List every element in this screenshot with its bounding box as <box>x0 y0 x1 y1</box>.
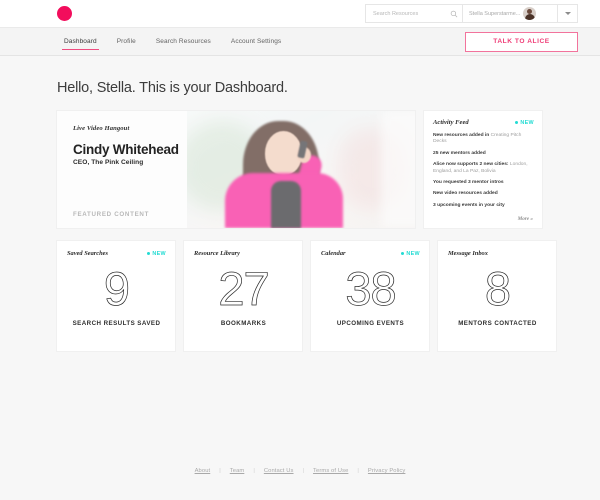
stat-new-label: NEW <box>406 250 420 257</box>
feed-item-strong: You requested 3 mentor intros <box>433 180 504 186</box>
tab-search-resources[interactable]: Search Resources <box>156 28 211 55</box>
tab-search-resources-label: Search Resources <box>155 38 211 45</box>
footer-link-contact-us[interactable]: Contact Us <box>255 468 303 474</box>
stat-card-resource-library[interactable]: Resource Library 27 BOOKMARKS <box>184 241 302 351</box>
stat-card-header: Resource Library <box>194 250 293 257</box>
feed-item-strong: New resources added in <box>433 133 491 138</box>
stat-card-header: Calendar NEW <box>321 250 420 257</box>
stat-card-saved-searches[interactable]: Saved Searches NEW 9 SEARCH RESULTS SAVE… <box>57 241 175 351</box>
featured-speaker-name: Cindy Whitehead <box>73 142 179 157</box>
avatar <box>523 7 537 20</box>
feed-item-strong: New video resources added <box>433 191 498 197</box>
page-title: Hello, Stella. This is your Dashboard. <box>57 80 288 96</box>
stat-card-label: UPCOMING EVENTS <box>336 320 405 327</box>
stat-card-value: 27 <box>218 262 270 316</box>
stat-card-label: BOOKMARKS <box>220 320 267 327</box>
activity-feed-new-label: NEW <box>520 119 534 126</box>
top-bar: Stella Superstarme... <box>0 0 600 28</box>
footer: About | Team | Contact Us | Terms of Use… <box>0 468 600 474</box>
tab-account-settings[interactable]: Account Settings <box>231 28 281 55</box>
tab-dashboard[interactable]: Dashboard <box>62 28 99 55</box>
chevron-down-icon <box>564 12 571 15</box>
new-dot-icon <box>146 251 151 256</box>
user-name-label: Stella Superstarme... <box>469 10 521 17</box>
dashboard-page: Stella Superstarme... Dashboard Profile … <box>0 0 600 500</box>
featured-content-card[interactable]: Live Video Hangout Cindy Whitehead CEO, … <box>57 111 415 228</box>
feed-item-strong: 3 upcoming events in your city <box>433 202 505 208</box>
footer-link-privacy-policy[interactable]: Privacy Policy <box>359 468 414 474</box>
list-item[interactable]: New resources added in Creating Pitch De… <box>433 133 534 146</box>
featured-speaker-role: CEO, The Pink Ceiling <box>73 159 144 166</box>
stat-card-value: 9 <box>103 262 131 316</box>
stat-cards: Saved Searches NEW 9 SEARCH RESULTS SAVE… <box>57 241 600 351</box>
stat-card-header: Saved Searches NEW <box>67 250 166 257</box>
featured-content-text: Live Video Hangout Cindy Whitehead CEO, … <box>73 125 248 166</box>
user-menu[interactable]: Stella Superstarme... <box>463 4 558 23</box>
footer-link-terms-of-use[interactable]: Terms of Use <box>304 468 357 474</box>
activity-feed-list: New resources added in Creating Pitch De… <box>433 133 534 209</box>
stat-card-title: Saved Searches <box>67 250 109 257</box>
talk-to-alice-label: TALK TO ALICE <box>493 38 550 45</box>
list-item[interactable]: Alice now supports 2 new cities: London,… <box>433 162 534 175</box>
stat-card-message-inbox[interactable]: Message Inbox 8 MENTORS CONTACTED <box>438 241 556 351</box>
stat-card-header: Message Inbox <box>448 250 547 257</box>
tab-profile-label: Profile <box>116 38 136 45</box>
list-item[interactable]: You requested 3 mentor intros <box>433 180 534 186</box>
nav-items: Dashboard Profile Search Resources Accou… <box>62 28 301 55</box>
stat-new-badge: NEW <box>400 250 420 257</box>
featured-content-label: FEATURED CONTENT <box>73 211 150 218</box>
tab-profile[interactable]: Profile <box>117 28 136 55</box>
activity-feed-header: Activity Feed NEW <box>433 119 534 126</box>
stat-new-label: NEW <box>152 250 166 257</box>
featured-kicker: Live Video Hangout <box>73 125 130 132</box>
search-input[interactable] <box>371 4 447 23</box>
list-item[interactable]: New video resources added <box>433 191 534 197</box>
feed-item-strong: Alice now supports 2 new cities: <box>433 162 510 168</box>
activity-feed-card: Activity Feed NEW New resources added in… <box>424 111 542 228</box>
logo[interactable] <box>57 6 72 21</box>
nav-bar: Dashboard Profile Search Resources Accou… <box>0 28 600 56</box>
stat-card-title: Resource Library <box>194 250 240 257</box>
footer-link-about[interactable]: About <box>186 468 220 474</box>
stat-card-label: SEARCH RESULTS SAVED <box>72 320 161 327</box>
top-bar-right: Stella Superstarme... <box>365 0 600 27</box>
stat-card-title: Calendar <box>321 250 346 257</box>
stat-new-badge: NEW <box>146 250 166 257</box>
search-icon[interactable] <box>446 5 462 22</box>
stat-card-label: MENTORS CONTACTED <box>458 320 537 327</box>
talk-to-alice-button[interactable]: TALK TO ALICE <box>465 31 578 52</box>
new-dot-icon <box>400 251 405 256</box>
feed-item-strong: 25 new mentors added <box>433 150 486 156</box>
stat-card-calendar[interactable]: Calendar NEW 38 UPCOMING EVENTS <box>311 241 429 351</box>
activity-feed-more-link[interactable]: More » <box>518 216 533 222</box>
hero-row: Live Video Hangout Cindy Whitehead CEO, … <box>57 111 600 228</box>
activity-feed-new-badge: NEW <box>514 119 534 126</box>
user-menu-toggle[interactable] <box>558 4 578 23</box>
pink-circle-logo-icon <box>57 6 72 21</box>
stat-card-title: Message Inbox <box>448 250 488 257</box>
main-content: Hello, Stella. This is your Dashboard. L… <box>0 80 600 351</box>
list-item[interactable]: 3 upcoming events in your city <box>433 203 534 209</box>
list-item[interactable]: 25 new mentors added <box>433 151 534 157</box>
footer-link-team[interactable]: Team <box>221 468 254 474</box>
activity-feed-title: Activity Feed <box>433 119 469 126</box>
search-box[interactable] <box>365 4 463 23</box>
stat-card-value: 8 <box>484 262 512 316</box>
tab-dashboard-label: Dashboard <box>64 38 97 45</box>
new-dot-icon <box>514 120 519 125</box>
stat-card-value: 38 <box>345 262 397 316</box>
tab-account-settings-label: Account Settings <box>230 38 282 45</box>
